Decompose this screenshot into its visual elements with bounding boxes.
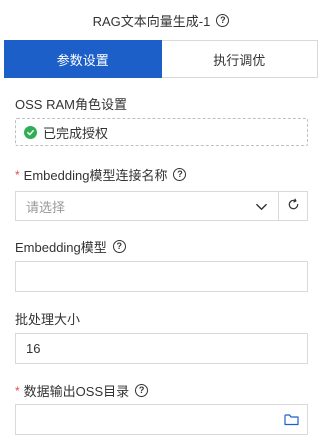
required-marker: *	[15, 383, 20, 398]
output-oss-dir-label: * 数据输出OSS目录 ?	[15, 381, 149, 400]
embedding-model-label: Embedding模型 ?	[15, 237, 126, 256]
refresh-button[interactable]	[278, 191, 308, 221]
help-icon[interactable]: ?	[112, 240, 126, 253]
panel-title: RAG文本向量生成-1	[92, 13, 211, 29]
refresh-icon	[287, 198, 300, 214]
tab-label: 执行调优	[213, 52, 266, 68]
embedding-connection-label: * Embedding模型连接名称 ?	[15, 165, 187, 184]
embedding-model-input[interactable]	[15, 261, 308, 292]
required-marker: *	[15, 167, 20, 182]
batch-size-input[interactable]: 16	[15, 333, 308, 364]
authorization-status: 已完成授权	[15, 118, 308, 146]
help-icon[interactable]: ?	[135, 384, 149, 397]
help-icon[interactable]: ?	[173, 168, 187, 181]
oss-ram-label: OSS RAM角色设置	[15, 97, 127, 112]
tab-parameter-settings[interactable]: 参数设置	[4, 40, 162, 78]
chevron-down-icon[interactable]	[255, 200, 268, 216]
authorization-status-text: 已完成授权	[43, 125, 109, 141]
folder-icon[interactable]	[284, 413, 299, 429]
output-oss-dir-input[interactable]	[15, 404, 308, 435]
select-placeholder: 请选择	[26, 199, 66, 215]
batch-size-value: 16	[26, 341, 41, 356]
help-icon[interactable]: ?	[216, 13, 230, 27]
embedding-connection-select[interactable]: 请选择	[15, 191, 279, 221]
tab-execution-tuning[interactable]: 执行调优	[161, 41, 317, 77]
batch-size-label: 批处理大小	[15, 312, 81, 327]
check-circle-icon	[24, 125, 37, 139]
tab-bar: 参数设置 执行调优	[4, 40, 318, 78]
panel-header: RAG文本向量生成-1 ?	[0, 0, 322, 40]
tab-label: 参数设置	[56, 52, 109, 68]
